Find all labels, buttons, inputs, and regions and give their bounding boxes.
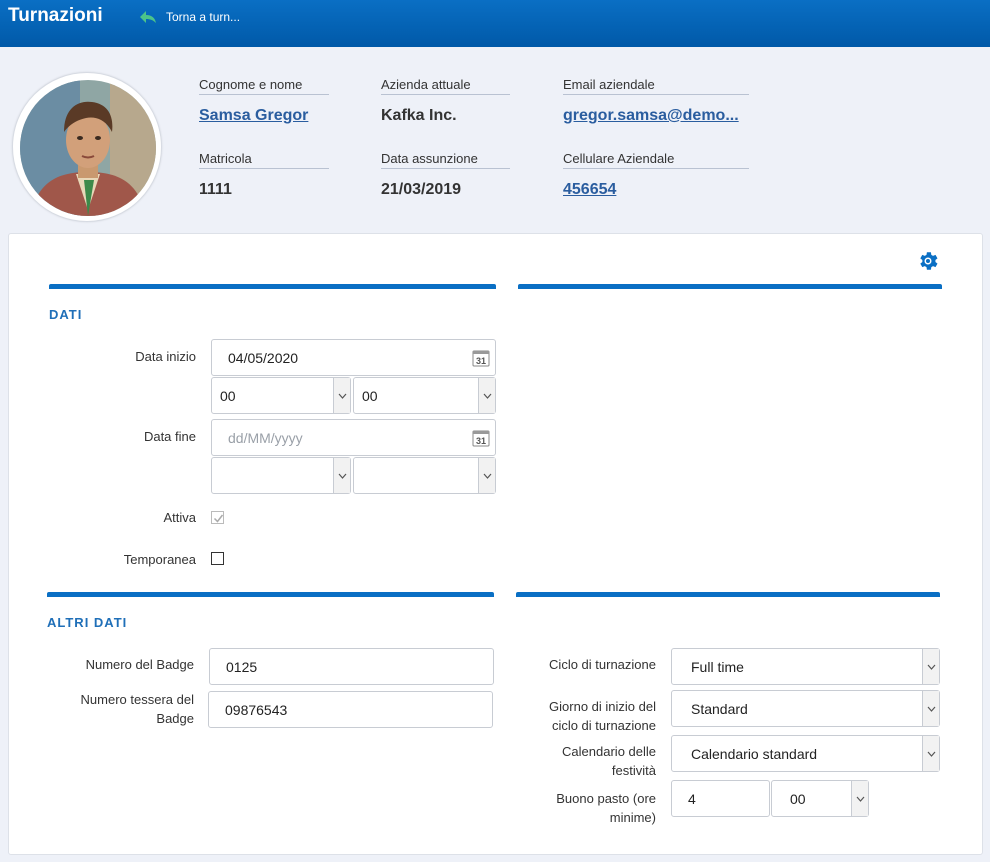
id-value: 1111 xyxy=(199,181,232,198)
meal-hours-input[interactable]: 4 xyxy=(671,780,770,817)
badge-input[interactable]: 0125 xyxy=(209,648,494,685)
chevron-down-icon xyxy=(922,691,939,726)
dati-right-section-bar xyxy=(518,284,942,289)
active-checkbox[interactable] xyxy=(211,511,224,524)
hire-date-label: Data assunzione xyxy=(381,151,510,169)
calendar-icon[interactable]: 31 xyxy=(472,429,490,447)
end-minute-select[interactable] xyxy=(353,457,496,494)
phone-label: Cellulare Aziendale xyxy=(563,151,749,169)
checkmark-icon xyxy=(213,514,224,523)
end-date-placeholder: dd/MM/yyyy xyxy=(228,429,303,446)
email-value[interactable]: gregor.samsa@demo... xyxy=(563,107,739,125)
app-title: Turnazioni xyxy=(8,5,103,26)
meal-hours-value: 4 xyxy=(688,790,696,807)
back-link-label: Torna a turn... xyxy=(166,10,241,24)
dati-title: DATI xyxy=(49,307,83,322)
cycle-start-select[interactable]: Standard xyxy=(671,690,940,727)
back-link[interactable]: Torna a turn... xyxy=(138,9,240,25)
start-date-value: 04/05/2020 xyxy=(228,349,299,366)
dati-section-bar xyxy=(49,284,496,289)
temporary-checkbox[interactable] xyxy=(211,552,224,565)
cycle-start-label: Giorno di inizio del ciclo di turnazione xyxy=(549,699,656,733)
holiday-calendar-value: Calendario standard xyxy=(691,745,818,762)
name-label: Cognome e nome xyxy=(199,77,329,95)
start-minute-value: 00 xyxy=(362,387,378,404)
phone-value[interactable]: 456654 xyxy=(563,181,616,199)
hire-date-value: 21/03/2019 xyxy=(381,181,462,198)
cycle-label: Ciclo di turnazione xyxy=(549,657,656,672)
back-arrow-icon xyxy=(140,11,156,23)
chevron-down-icon xyxy=(478,458,495,493)
card-number-input[interactable]: 09876543 xyxy=(208,691,493,728)
card-number-label: Numero tessera del Badge xyxy=(80,692,194,726)
active-label: Attiva xyxy=(163,510,196,525)
altri-section-bar xyxy=(47,592,494,597)
meal-minutes-select[interactable]: 00 xyxy=(771,780,869,817)
temporary-label: Temporanea xyxy=(123,552,196,567)
meal-minutes-value: 00 xyxy=(790,790,806,807)
altri-right-section-bar xyxy=(516,592,940,597)
id-label: Matricola xyxy=(199,151,329,169)
cycle-start-value: Standard xyxy=(691,700,748,717)
start-date-input[interactable]: 04/05/2020 31 xyxy=(211,339,496,376)
badge-value: 0125 xyxy=(226,658,258,675)
holiday-calendar-label: Calendario delle festività xyxy=(562,744,656,778)
cycle-value: Full time xyxy=(691,658,744,675)
end-date-input[interactable]: dd/MM/yyyy 31 xyxy=(211,419,496,456)
gear-icon[interactable] xyxy=(916,249,940,273)
company-label: Azienda attuale xyxy=(381,77,510,95)
chevron-down-icon xyxy=(333,458,350,493)
avatar-portrait xyxy=(20,80,156,216)
company-value: Kafka Inc. xyxy=(381,107,457,124)
start-date-label: Data inizio xyxy=(135,349,196,364)
start-hour-select[interactable]: 00 xyxy=(211,377,351,414)
holiday-calendar-select[interactable]: Calendario standard xyxy=(671,735,940,772)
chevron-down-icon xyxy=(333,378,350,413)
chevron-down-icon xyxy=(851,781,868,816)
start-hour-value: 00 xyxy=(220,387,236,404)
chevron-down-icon xyxy=(922,649,939,684)
email-label: Email aziendale xyxy=(563,77,749,95)
chevron-down-icon xyxy=(922,736,939,771)
top-bar: Turnazioni Torna a turn... xyxy=(0,0,990,47)
end-hour-select[interactable] xyxy=(211,457,351,494)
card-number-value: 09876543 xyxy=(225,701,288,718)
avatar xyxy=(12,72,162,222)
calendar-icon-day: 31 xyxy=(476,436,486,446)
end-date-label: Data fine xyxy=(143,429,196,444)
badge-label: Numero del Badge xyxy=(85,657,194,672)
cycle-select[interactable]: Full time xyxy=(671,648,940,685)
calendar-icon-day: 31 xyxy=(476,356,486,366)
start-minute-select[interactable]: 00 xyxy=(353,377,496,414)
calendar-icon[interactable]: 31 xyxy=(472,349,490,367)
chevron-down-icon xyxy=(478,378,495,413)
name-value[interactable]: Samsa Gregor xyxy=(199,107,308,125)
altri-title: ALTRI DATI xyxy=(47,615,128,630)
meal-voucher-label: Buono pasto (ore minime) xyxy=(556,791,656,825)
